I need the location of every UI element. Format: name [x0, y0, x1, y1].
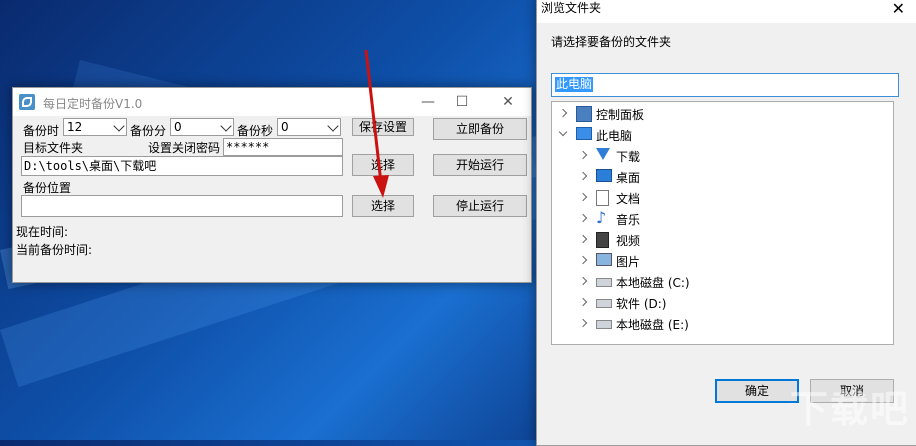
annotation-arrow [364, 49, 389, 198]
watermark-logo: 下载吧 [790, 387, 911, 431]
